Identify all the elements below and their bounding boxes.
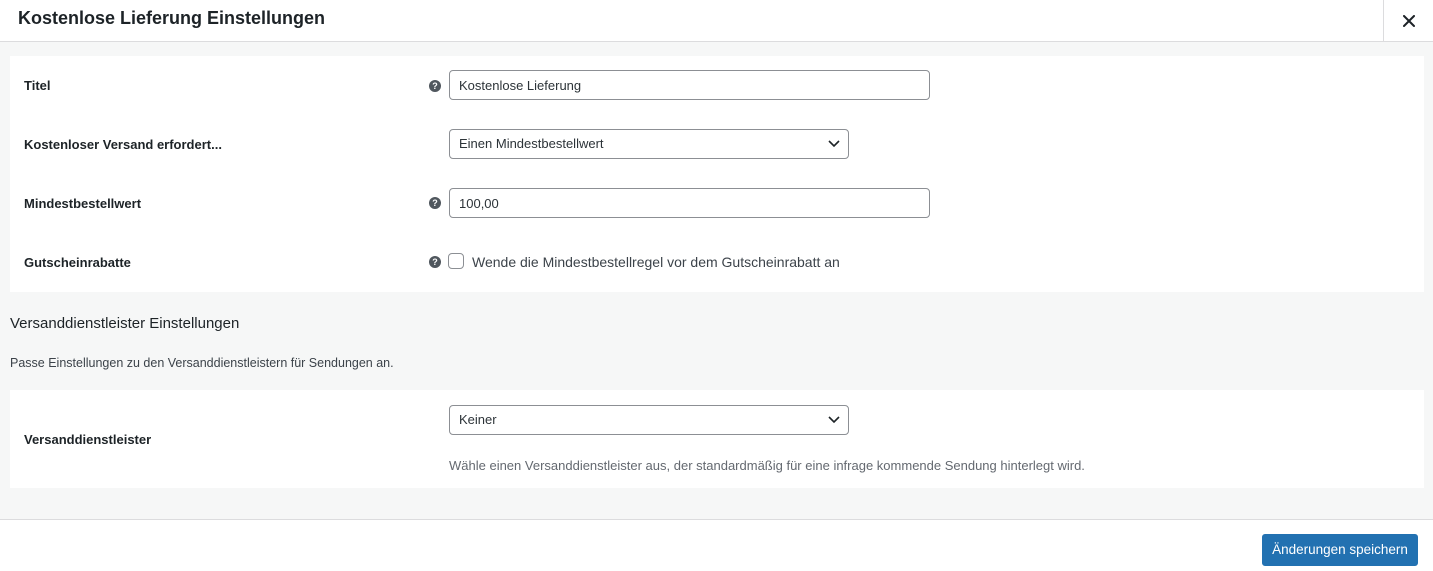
coupons-help-icon[interactable]: ? (429, 256, 441, 268)
requires-select[interactable]: Einen Mindestbestellwert (449, 129, 849, 159)
requires-select-value: Einen Mindestbestellwert (459, 136, 604, 151)
shipping-settings-modal: Kostenlose Lieferung Einstellungen Titel… (0, 0, 1433, 571)
carrier-label: Versanddienstleister (24, 432, 152, 447)
modal-body: Titel ? Kostenloser Versand erfordert...… (0, 42, 1433, 519)
title-input[interactable] (449, 70, 930, 100)
close-button[interactable] (1383, 0, 1433, 42)
coupons-checkbox[interactable] (448, 253, 464, 269)
carrier-section-description: Passe Einstellungen zu den Versanddienst… (10, 356, 394, 370)
save-changes-button[interactable]: Änderungen speichern (1262, 534, 1418, 566)
requires-label: Kostenloser Versand erfordert... (24, 137, 222, 152)
min-amount-label: Mindestbestellwert (24, 196, 142, 211)
carrier-settings-panel: Versanddienstleister Keiner Wähle einen … (10, 390, 1424, 488)
chevron-down-icon (828, 140, 840, 148)
coupons-label: Gutscheinrabatte (24, 255, 131, 270)
carrier-section-title: Versanddienstleister Einstellungen (10, 315, 240, 332)
modal-title: Kostenlose Lieferung Einstellungen (18, 8, 326, 28)
carrier-select[interactable]: Keiner (449, 405, 849, 435)
general-settings-panel: Titel ? Kostenloser Versand erfordert...… (10, 56, 1424, 292)
carrier-description: Wähle einen Versanddienstleister aus, de… (449, 458, 1085, 473)
modal-footer: Änderungen speichern (0, 519, 1433, 571)
title-label: Titel (24, 78, 51, 93)
modal-header: Kostenlose Lieferung Einstellungen (0, 0, 1433, 42)
close-icon (1402, 15, 1415, 27)
title-help-icon[interactable]: ? (429, 80, 441, 92)
min-amount-input[interactable] (449, 188, 930, 218)
carrier-select-value: Keiner (459, 412, 497, 427)
chevron-down-icon (828, 416, 840, 424)
coupons-checkbox-label[interactable]: Wende die Mindestbestellregel vor dem Gu… (472, 254, 840, 270)
min-amount-help-icon[interactable]: ? (429, 197, 441, 209)
